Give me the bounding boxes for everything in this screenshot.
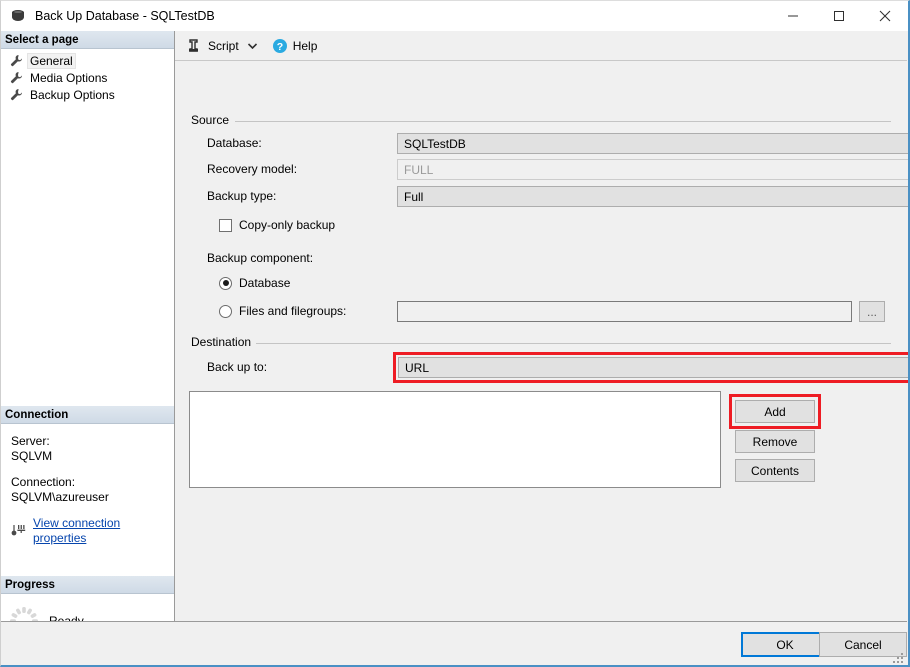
connection-value: SQLVM\azureuser (11, 490, 174, 505)
connection-server: Server: SQLVM (11, 434, 174, 464)
radio-circle (219, 277, 232, 290)
copy-only-backup-label: Copy-only backup (239, 218, 335, 232)
sidebar-item-media-options[interactable]: Media Options (7, 69, 157, 86)
page-list: General Media Options Backup Options (1, 49, 174, 103)
script-button[interactable]: Script (184, 35, 242, 57)
remove-button[interactable]: Remove (735, 430, 815, 453)
backup-component-label: Backup component: (207, 251, 313, 265)
connection-label: Connection: (11, 475, 174, 490)
sidebar-item-backup-options[interactable]: Backup Options (7, 86, 157, 103)
sidebar-item-label: Media Options (28, 71, 109, 85)
backup-destinations-list[interactable] (189, 391, 721, 488)
radio-backup-component-database[interactable]: Database (219, 276, 290, 290)
files-and-filegroups-input[interactable] (397, 301, 852, 322)
source-legend: Source (191, 113, 234, 127)
script-icon (187, 38, 203, 54)
radio-database-label: Database (239, 276, 290, 290)
sidebar-item-label: Backup Options (28, 88, 117, 102)
connection-header: Connection (1, 406, 174, 424)
back-up-to-combo[interactable]: URL (398, 357, 910, 378)
group-divider (235, 121, 891, 122)
backup-type-value: Full (398, 190, 910, 204)
connection-icon (11, 524, 27, 538)
contents-button[interactable]: Contents (735, 459, 815, 482)
script-label: Script (208, 39, 239, 53)
svg-text:?: ? (276, 41, 282, 53)
back-up-to-value: URL (399, 361, 910, 375)
server-label: Server: (11, 434, 174, 449)
group-divider (255, 343, 891, 344)
title-bar: Back Up Database - SQLTestDB (1, 1, 908, 31)
help-label: Help (293, 39, 318, 53)
progress-header: Progress (1, 576, 174, 594)
connection-block: Connection Server: SQLVM Connection: SQL… (1, 406, 174, 546)
back-up-to-label: Back up to: (207, 360, 267, 374)
sidebar-item-general[interactable]: General (7, 52, 157, 69)
close-button[interactable] (862, 1, 908, 31)
help-question-icon: ? (272, 38, 288, 54)
chevron-down-icon[interactable] (246, 36, 260, 56)
form-area: Source Database: SQLTestDB Recovery mode… (175, 61, 907, 620)
database-label: Database: (207, 136, 262, 150)
content-area: Script ? Help Source (175, 31, 907, 621)
sidebar-item-label: General (28, 54, 75, 68)
select-page-header: Select a page (1, 31, 174, 49)
recovery-model-label: Recovery model: (207, 162, 297, 176)
radio-backup-component-files[interactable]: Files and filegroups: (219, 304, 346, 318)
destination-legend: Destination (191, 335, 256, 349)
database-cylinder-icon (10, 8, 26, 24)
backup-type-combo[interactable]: Full (397, 186, 910, 207)
backup-type-label: Backup type: (207, 189, 276, 203)
database-value: SQLTestDB (398, 137, 910, 151)
add-button[interactable]: Add (735, 400, 815, 423)
destination-group: Destination (191, 335, 891, 336)
copy-only-backup-checkbox[interactable]: Copy-only backup (219, 218, 335, 232)
minimize-button[interactable] (770, 1, 816, 31)
help-button[interactable]: ? Help (269, 35, 321, 57)
database-combo[interactable]: SQLTestDB (397, 133, 910, 154)
backup-database-dialog: Back Up Database - SQLTestDB Select a pa… (0, 0, 910, 667)
wrench-icon (9, 88, 23, 102)
server-value: SQLVM (11, 449, 174, 464)
dialog-footer: OK Cancel (1, 621, 907, 666)
resize-grip[interactable] (891, 651, 905, 665)
maximize-button[interactable] (816, 1, 862, 31)
radio-files-label: Files and filegroups: (239, 304, 346, 318)
files-browse-button[interactable]: ... (859, 301, 885, 322)
dialog-toolbar: Script ? Help (175, 31, 907, 61)
radio-circle (219, 305, 232, 318)
wrench-icon (9, 54, 23, 68)
caption-buttons (770, 1, 908, 31)
window-title: Back Up Database - SQLTestDB (35, 9, 215, 23)
source-group: Source (191, 113, 891, 114)
view-connection-properties-link[interactable]: View connection properties (33, 516, 174, 546)
recovery-model-value: FULL (397, 159, 910, 180)
ok-button[interactable]: OK (741, 632, 829, 657)
select-page-panel: Select a page General Media Options (1, 31, 175, 621)
wrench-icon (9, 71, 23, 85)
connection-user: Connection: SQLVM\azureuser (11, 475, 174, 505)
checkbox-box (219, 219, 232, 232)
view-connection-properties-row[interactable]: View connection properties (11, 516, 174, 546)
